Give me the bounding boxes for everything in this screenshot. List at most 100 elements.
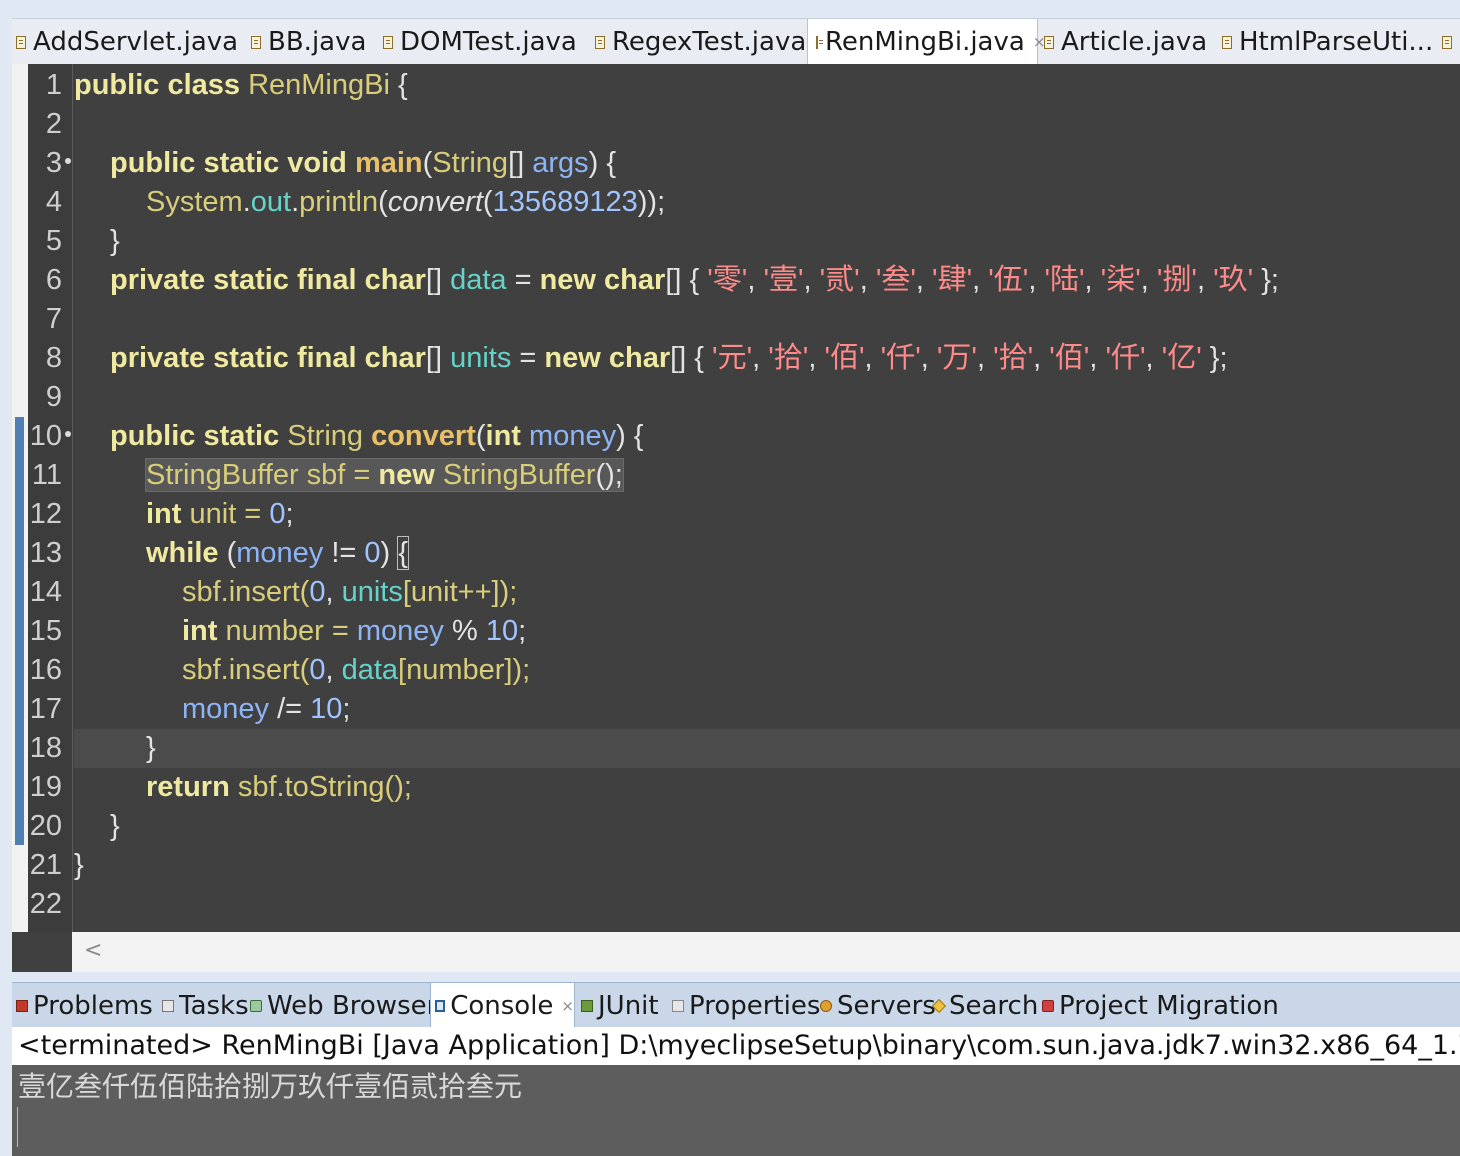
line-number: 14 bbox=[29, 576, 62, 608]
tab-console[interactable]: Console × bbox=[430, 983, 575, 1028]
field: units bbox=[450, 342, 512, 374]
code-line-17[interactable]: money /= 10; bbox=[74, 690, 1460, 729]
tasks-icon bbox=[162, 999, 174, 1012]
line-number: 13 bbox=[29, 537, 62, 569]
editor-tab-bar: AddServlet.java BB.java DOMTest.java Reg… bbox=[12, 18, 1460, 65]
punctuation: ) { bbox=[616, 420, 644, 452]
operator: % bbox=[443, 615, 486, 647]
char-literal: '玖' bbox=[1213, 264, 1254, 296]
code-editor[interactable]: 1 2 3 4 5 6 7 8 9 10 11 12 13 14 15 16 1… bbox=[12, 64, 1460, 932]
code-line-21[interactable]: } bbox=[74, 846, 1460, 885]
tab-project-migration[interactable]: Project Migration bbox=[1042, 983, 1279, 1028]
punctuation: ; bbox=[518, 615, 527, 647]
tab-label: BB.java bbox=[268, 27, 367, 57]
expression: sbf.toString(); bbox=[229, 771, 412, 803]
code-line-11[interactable]: StringBuffer sbf = new StringBuffer(); bbox=[74, 456, 1460, 495]
char-literal-list: '元', '拾', '佰', '仟', '万', '拾', '佰', '仟', … bbox=[712, 342, 1202, 374]
code-line-19[interactable]: return sbf.toString(); bbox=[74, 768, 1460, 807]
char-literal: '元' bbox=[712, 342, 753, 374]
tab-problems[interactable]: Problems bbox=[16, 983, 153, 1028]
keyword: int bbox=[485, 420, 521, 452]
punctuation: , bbox=[808, 342, 825, 374]
tab-label: Article.java bbox=[1061, 27, 1208, 57]
tab-label: Servers bbox=[837, 990, 936, 1021]
code-line-14[interactable]: sbf.insert(0, units[unit++]); bbox=[74, 573, 1460, 612]
tab-tasks[interactable]: Tasks bbox=[162, 983, 249, 1028]
close-icon[interactable]: × bbox=[561, 997, 574, 1015]
line-number: 8 bbox=[45, 342, 62, 374]
operator: /= bbox=[269, 693, 311, 725]
char-literal: '佰' bbox=[1049, 342, 1090, 374]
problems-icon bbox=[16, 999, 28, 1012]
line-number: 16 bbox=[29, 654, 62, 686]
expression: [unit++]); bbox=[402, 576, 518, 608]
console-output-text: 壹亿叁仟伍佰陆拾捌万玖仟壹佰贰拾叁元 bbox=[18, 1070, 523, 1103]
line-number: 2 bbox=[45, 108, 62, 140]
tab-label: DOMTest.java bbox=[400, 27, 577, 57]
char-literal: '拾' bbox=[993, 342, 1034, 374]
tab-article-java[interactable]: Article.java bbox=[1044, 19, 1207, 65]
tab-search[interactable]: Search bbox=[931, 983, 1038, 1028]
code-line-8[interactable]: private static final char[] units = new … bbox=[74, 339, 1460, 378]
parameter: args bbox=[532, 147, 589, 179]
char-literal: '贰' bbox=[819, 264, 860, 296]
code-line-3[interactable]: public static void main(String[] args) { bbox=[74, 144, 1460, 183]
field: out bbox=[250, 186, 292, 218]
tab-addservlet-java[interactable]: AddServlet.java bbox=[16, 19, 238, 65]
line-number: 15 bbox=[29, 615, 62, 647]
tab-htmlparseutil-java[interactable]: HtmlParseUti... bbox=[1222, 19, 1433, 65]
punctuation: )); bbox=[637, 186, 666, 218]
tab-web-browser[interactable]: Web Browser bbox=[250, 983, 437, 1028]
console-icon bbox=[435, 999, 446, 1012]
char-literal: '壹' bbox=[763, 264, 804, 296]
fold-toggle-icon[interactable] bbox=[65, 158, 71, 164]
punctuation: . bbox=[242, 186, 251, 218]
tab-renmingbi-java[interactable]: RenMingBi.java × bbox=[807, 19, 1045, 65]
parameter: money bbox=[529, 420, 617, 452]
line-number: 22 bbox=[29, 888, 62, 920]
code-line-18[interactable]: } bbox=[74, 729, 1460, 768]
punctuation: , bbox=[325, 654, 342, 686]
char-literal: '柒' bbox=[1100, 264, 1141, 296]
code-line-13[interactable]: while (money != 0) { bbox=[74, 534, 1460, 573]
code-line-20[interactable]: } bbox=[74, 807, 1460, 846]
horizontal-scrollbar[interactable]: < bbox=[72, 932, 1460, 972]
scroll-left-icon[interactable]: < bbox=[84, 938, 102, 963]
code-line-4[interactable]: System.out.println(convert(135689123)); bbox=[74, 183, 1460, 222]
tab-properties[interactable]: Properties bbox=[672, 983, 820, 1028]
line-number: 12 bbox=[29, 498, 62, 530]
code-line-1[interactable]: public class RenMingBi { bbox=[74, 66, 1460, 105]
char-literal: '万' bbox=[936, 342, 977, 374]
code-line-16[interactable]: sbf.insert(0, data[number]); bbox=[74, 651, 1460, 690]
tab-regextest-java[interactable]: RegexTest.java bbox=[595, 19, 806, 65]
tab-bb-java[interactable]: BB.java bbox=[251, 19, 366, 65]
code-area[interactable]: public class RenMingBi { public static v… bbox=[74, 64, 1460, 932]
parameter: money bbox=[182, 693, 270, 725]
tab-overflow-chevron[interactable] bbox=[1442, 19, 1459, 65]
java-file-icon bbox=[1442, 35, 1452, 49]
code-line-15[interactable]: int number = money % 10; bbox=[74, 612, 1460, 651]
tab-junit[interactable]: JUnit bbox=[581, 983, 659, 1028]
code-line-10[interactable]: public static String convert(int money) … bbox=[74, 417, 1460, 456]
tab-domtest-java[interactable]: DOMTest.java bbox=[383, 19, 577, 65]
tab-servers[interactable]: Servers bbox=[820, 983, 936, 1028]
tab-label: Project Migration bbox=[1059, 990, 1279, 1021]
servers-icon bbox=[820, 999, 832, 1012]
line-number: 20 bbox=[29, 810, 62, 842]
java-file-icon bbox=[251, 35, 261, 49]
punctuation: , bbox=[1028, 264, 1045, 296]
console-output-area[interactable]: 壹亿叁仟伍佰陆拾捌万玖仟壹佰贰拾叁元 bbox=[12, 1065, 1460, 1156]
java-file-icon bbox=[383, 35, 393, 49]
project-migration-icon bbox=[1042, 999, 1054, 1012]
code-line-5[interactable]: } bbox=[74, 222, 1460, 261]
number-literal: 135689123 bbox=[492, 186, 638, 218]
code-line-12[interactable]: int unit = 0; bbox=[74, 495, 1460, 534]
char-literal: '捌' bbox=[1156, 264, 1197, 296]
keyword: private static final char bbox=[110, 264, 426, 296]
fold-toggle-icon[interactable] bbox=[65, 431, 71, 437]
punctuation: , bbox=[752, 342, 769, 374]
number-literal: 10 bbox=[485, 615, 519, 647]
scrollbar-corner bbox=[12, 932, 72, 972]
code-line-6[interactable]: private static final char[] data = new c… bbox=[74, 261, 1460, 300]
